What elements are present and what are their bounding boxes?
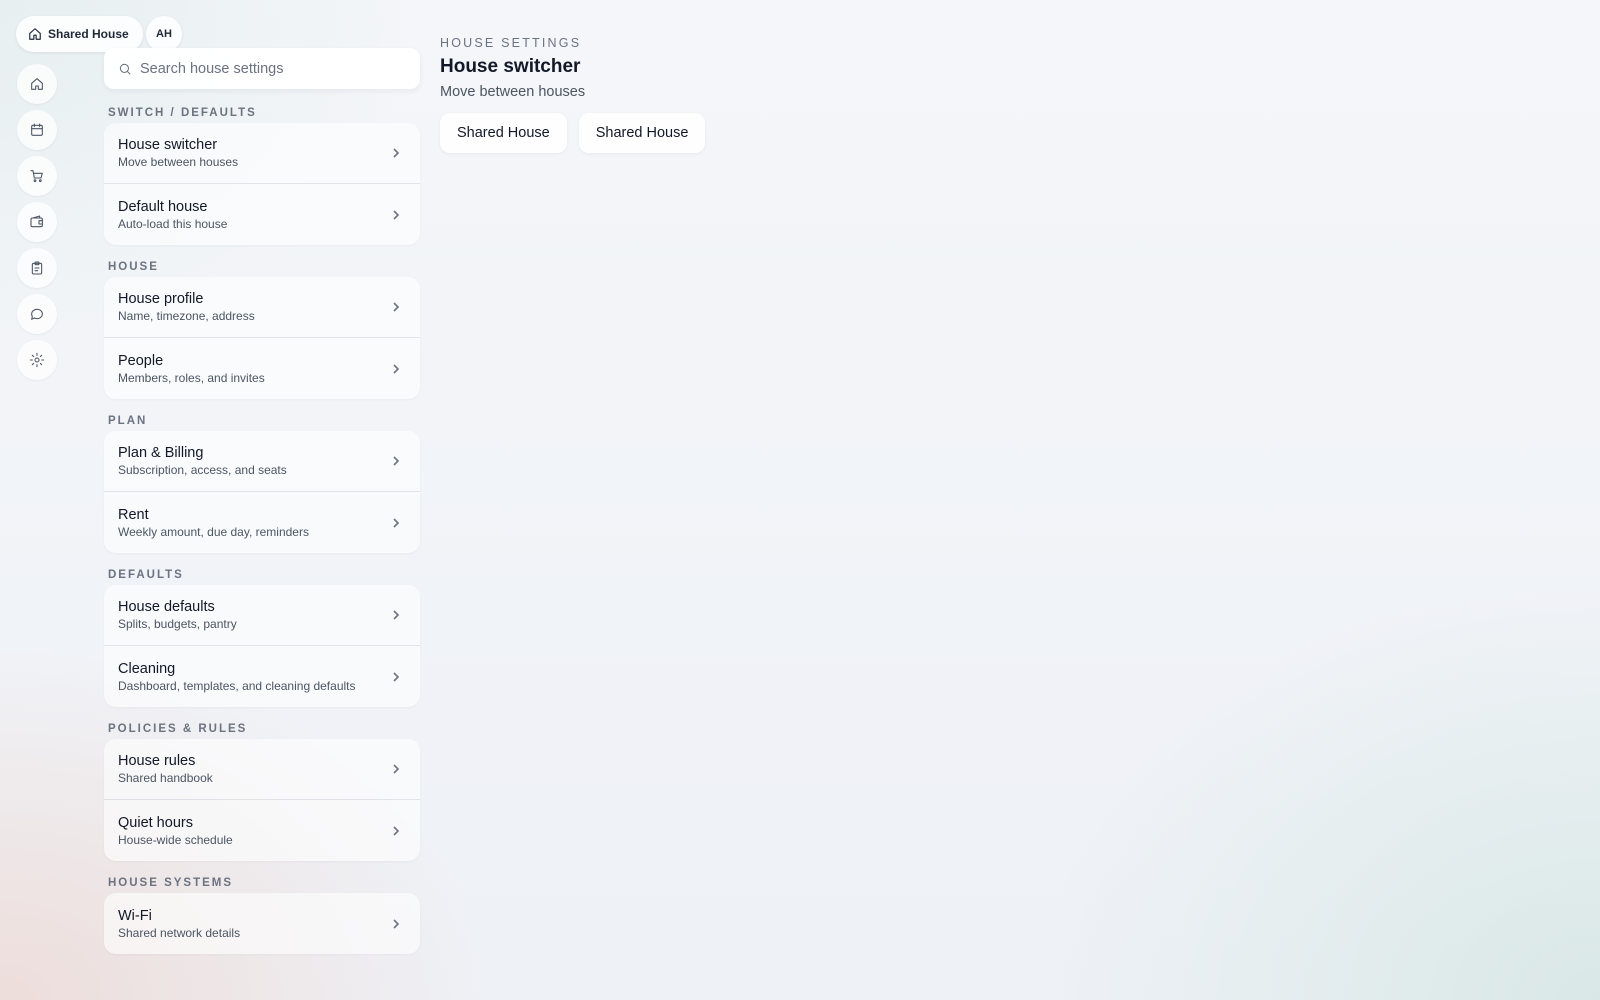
setting-row-house-profile[interactable]: House profile Name, timezone, address xyxy=(104,277,420,338)
home-icon xyxy=(31,78,43,90)
rail-wallet-button[interactable] xyxy=(17,202,57,242)
rail-calendar-button[interactable] xyxy=(17,110,57,150)
chevron-right-icon xyxy=(393,456,400,466)
rail-settings-button[interactable] xyxy=(17,340,57,380)
side-rail xyxy=(17,64,57,380)
setting-row-wifi[interactable]: Wi-Fi Shared network details xyxy=(104,893,420,954)
house-chip-label: Shared House xyxy=(48,27,129,41)
row-subtitle: Dashboard, templates, and cleaning defau… xyxy=(118,678,356,693)
section-label: HOUSE SYSTEMS xyxy=(108,876,234,889)
row-subtitle: Splits, budgets, pantry xyxy=(118,617,237,631)
setting-row-rent[interactable]: Rent Weekly amount, due day, reminders xyxy=(104,492,420,553)
row-title: Wi-Fi xyxy=(118,907,152,924)
settings-group: House switcher Move between houses Defaul… xyxy=(104,123,420,245)
row-subtitle: Weekly amount, due day, reminders xyxy=(118,524,309,539)
row-subtitle: Move between houses xyxy=(118,155,239,169)
house-option-button[interactable]: Shared House xyxy=(440,113,567,153)
settings-list: SWITCH / DEFAULTS House switcher Move bet… xyxy=(104,100,420,963)
row-title: Rent xyxy=(118,506,149,523)
chevron-right-icon xyxy=(393,302,400,312)
setting-row-house-rules[interactable]: House rules Shared handbook xyxy=(104,739,420,800)
settings-group: House profile Name, timezone, address Peo… xyxy=(104,277,420,399)
rail-chat-button[interactable] xyxy=(17,294,57,334)
row-subtitle: Auto-load this house xyxy=(118,216,228,231)
setting-row-quiet-hours[interactable]: Quiet hours House-wide schedule xyxy=(104,800,420,861)
chevron-right-icon xyxy=(393,363,400,374)
page-title: House switcher xyxy=(440,56,581,77)
row-subtitle: Shared network details xyxy=(118,925,241,940)
search-input[interactable] xyxy=(140,60,406,77)
chevron-right-icon xyxy=(393,671,400,682)
settings-group: Plan & Billing Subscription, access, and … xyxy=(104,431,420,553)
avatar[interactable]: AH xyxy=(146,16,182,52)
row-title: Cleaning xyxy=(118,660,176,677)
search-icon xyxy=(119,63,131,75)
wallet-icon xyxy=(30,215,43,228)
row-title: House rules xyxy=(118,753,196,769)
calendar-icon xyxy=(31,123,43,136)
setting-row-house-defaults[interactable]: House defaults Splits, budgets, pantry xyxy=(104,585,420,646)
section-label: PLAN xyxy=(108,414,148,427)
section-label: HOUSE xyxy=(108,260,159,273)
row-title: Default house xyxy=(118,198,208,215)
detail-pane: HOUSE SETTINGS House switcher Move betwe… xyxy=(440,36,706,153)
rail-clipboard-button[interactable] xyxy=(17,248,57,288)
row-title: House profile xyxy=(118,291,204,307)
rail-home-button[interactable] xyxy=(17,64,57,104)
setting-row-house-switcher[interactable]: House switcher Move between houses xyxy=(104,123,420,184)
chevron-right-icon xyxy=(393,209,400,220)
home-icon xyxy=(29,28,41,40)
settings-group: House rules Shared handbook Quiet hours Ho… xyxy=(104,739,420,861)
row-subtitle: Name, timezone, address xyxy=(118,309,255,323)
chevron-right-icon xyxy=(393,764,400,774)
settings-group: Wi-Fi Shared network details xyxy=(104,893,420,954)
page-subtitle: Move between houses xyxy=(440,84,586,100)
chevron-right-icon xyxy=(393,148,400,158)
setting-row-default-house[interactable]: Default house Auto-load this house xyxy=(104,184,420,245)
section-label: SWITCH / DEFAULTS xyxy=(108,106,257,119)
row-title: House defaults xyxy=(118,599,215,615)
rail-cart-button[interactable] xyxy=(17,156,57,196)
row-title: Quiet hours xyxy=(118,814,193,831)
chevron-right-icon xyxy=(393,825,400,836)
chevron-right-icon xyxy=(393,610,400,620)
row-title: Plan & Billing xyxy=(118,445,204,461)
clipboard-icon xyxy=(31,261,43,275)
row-subtitle: House-wide schedule xyxy=(118,832,233,847)
chevron-right-icon xyxy=(393,918,400,929)
chat-icon xyxy=(31,308,43,320)
house-list: Shared House Shared House xyxy=(440,113,706,153)
house-chip[interactable]: Shared House xyxy=(16,16,143,52)
gear-icon xyxy=(29,352,45,368)
section-label: POLICIES & RULES xyxy=(108,722,248,735)
page-eyebrow: HOUSE SETTINGS xyxy=(440,36,582,50)
chevron-right-icon xyxy=(393,517,400,528)
setting-row-cleaning[interactable]: Cleaning Dashboard, templates, and cleani… xyxy=(104,646,420,707)
row-subtitle: Shared handbook xyxy=(118,771,213,785)
search-box xyxy=(104,48,420,89)
setting-row-plan-billing[interactable]: Plan & Billing Subscription, access, and … xyxy=(104,431,420,492)
cart-icon xyxy=(30,170,43,183)
settings-group: House defaults Splits, budgets, pantry Cl… xyxy=(104,585,420,707)
row-subtitle: Subscription, access, and seats xyxy=(118,463,287,477)
row-title: People xyxy=(118,352,164,369)
setting-row-people[interactable]: People Members, roles, and invites xyxy=(104,338,420,399)
row-subtitle: Members, roles, and invites xyxy=(118,370,265,385)
house-option-button[interactable]: Shared House xyxy=(578,113,706,153)
row-title: House switcher xyxy=(118,137,218,153)
section-label: DEFAULTS xyxy=(108,568,184,581)
